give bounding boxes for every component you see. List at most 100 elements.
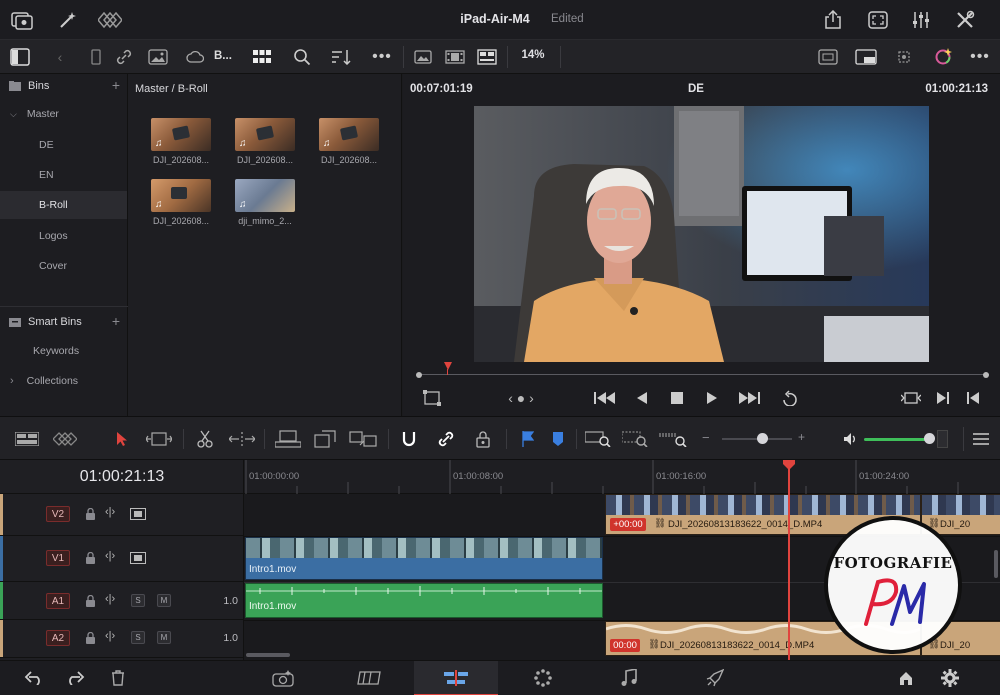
sidebar-item-keywords[interactable]: Keywords	[0, 337, 127, 365]
share-icon[interactable]	[822, 9, 844, 31]
timeline-options-icon[interactable]	[14, 429, 40, 449]
timeline-clip-v1[interactable]: Intro1.mov	[245, 537, 603, 580]
sidebar-item-en[interactable]: EN	[0, 161, 127, 189]
track-video-toggle-icon[interactable]	[129, 506, 147, 522]
menu-icon[interactable]	[971, 429, 991, 449]
track-volume[interactable]: 1.0	[223, 632, 238, 644]
flag-icon[interactable]	[518, 429, 538, 449]
timeline-view-icon[interactable]	[475, 46, 499, 68]
speaker-icon[interactable]	[842, 429, 860, 449]
nav-prev-next-icon[interactable]: ‹ ● ›	[496, 388, 546, 408]
track-id[interactable]: V1	[46, 550, 70, 566]
blade-tool-icon[interactable]	[194, 429, 216, 449]
timeline-zoom-handle[interactable]	[757, 433, 768, 444]
fullscreen-icon[interactable]	[866, 9, 890, 31]
zoom-custom-icon[interactable]	[658, 429, 688, 449]
stop-icon[interactable]	[665, 388, 689, 408]
video-frame[interactable]	[474, 106, 929, 362]
snapping-icon[interactable]	[398, 429, 420, 449]
play-reverse-icon[interactable]	[630, 388, 654, 408]
image-import-icon[interactable]	[146, 46, 170, 68]
zoom-full-icon[interactable]	[584, 429, 612, 449]
lock-icon[interactable]	[82, 550, 98, 566]
cloud-icon[interactable]	[183, 46, 207, 68]
timeline-tracks[interactable]: 01:00:00:00 01:00:08:00 01:00:16:00 01:0…	[244, 460, 1000, 660]
linked-selection-icon[interactable]	[435, 429, 457, 449]
search-icon[interactable]	[290, 46, 314, 68]
sidebar-item-b-roll[interactable]: B-Roll	[0, 191, 127, 219]
scrubber-out-point[interactable]	[983, 372, 989, 378]
grid-view-icon[interactable]	[250, 46, 274, 68]
sidebar-item-de[interactable]: DE	[0, 131, 127, 159]
unlink-icon[interactable]	[112, 46, 136, 68]
skip-to-end-icon[interactable]	[736, 388, 762, 408]
selection-tool-icon[interactable]	[112, 429, 132, 449]
track-id[interactable]: A1	[46, 593, 70, 609]
deliver-page-icon[interactable]	[703, 667, 727, 689]
solo-button[interactable]: S	[131, 631, 145, 644]
track-id[interactable]: V2	[46, 506, 70, 522]
trim-tool-icon[interactable]	[144, 429, 174, 449]
mixer-icon[interactable]	[909, 9, 933, 31]
media-clip[interactable]: ♫ DJI_202608...	[235, 118, 295, 165]
lock-icon[interactable]	[82, 506, 98, 522]
color-page-icon[interactable]	[530, 667, 556, 689]
zoom-in-icon[interactable]: +	[798, 430, 805, 444]
settings-gear-icon[interactable]	[938, 667, 962, 689]
auto-select-icon[interactable]: ‹|›	[105, 593, 115, 605]
add-bin-icon[interactable]: +	[112, 77, 120, 93]
edit-page-tab[interactable]	[414, 661, 498, 695]
fairlight-page-icon[interactable]	[617, 667, 641, 689]
fusion-nodes-icon[interactable]	[97, 9, 123, 31]
sidebar-toggle-icon[interactable]	[8, 46, 32, 68]
skip-to-start-icon[interactable]	[593, 388, 617, 408]
viewer-more-icon[interactable]: •••	[968, 46, 992, 68]
insert-clip-icon[interactable]	[274, 429, 302, 449]
play-icon[interactable]	[700, 388, 724, 408]
bin-button[interactable]: B...	[214, 50, 232, 62]
chevron-right-icon[interactable]: ›	[10, 375, 14, 387]
sidebar-item-logos[interactable]: Logos	[0, 222, 127, 250]
media-clip[interactable]: ♫ DJI_202608...	[151, 179, 211, 226]
chevron-left-icon[interactable]: ‹	[50, 46, 70, 68]
master-volume-slider[interactable]	[864, 438, 930, 441]
media-library-icon[interactable]	[10, 9, 34, 31]
add-smart-bin-icon[interactable]: +	[112, 313, 120, 329]
prev-clip-icon[interactable]	[963, 388, 983, 408]
auto-select-icon[interactable]: ‹|›	[105, 630, 115, 642]
viewer-playhead[interactable]	[444, 362, 452, 370]
home-icon[interactable]	[894, 667, 918, 689]
media-clip[interactable]: ♫ DJI_202608...	[151, 118, 211, 165]
loop-icon[interactable]	[778, 388, 802, 408]
media-clip[interactable]: ♫ DJI_202608...	[319, 118, 379, 165]
master-volume-handle[interactable]	[924, 433, 935, 444]
media-page-icon[interactable]	[270, 667, 296, 689]
position-lock-icon[interactable]	[472, 429, 494, 449]
match-frame-icon[interactable]	[899, 388, 923, 408]
panel-icon[interactable]	[86, 46, 106, 68]
track-header-v1[interactable]: V1 ‹|›	[0, 536, 244, 582]
sidebar-item-collections[interactable]: › Collections	[0, 367, 127, 395]
more-icon[interactable]: •••	[370, 46, 394, 68]
color-effects-icon[interactable]	[931, 46, 955, 68]
zoom-detail-icon[interactable]	[621, 429, 649, 449]
fusion-icon[interactable]	[52, 429, 78, 449]
track-header-a1[interactable]: A1 ‹|› S M 1.0	[0, 582, 244, 620]
auto-select-icon[interactable]: ‹|›	[105, 550, 115, 562]
magic-wand-icon[interactable]	[56, 9, 80, 31]
track-header-a2[interactable]: A2 ‹|› S M 1.0	[0, 620, 244, 658]
timeline-clip-a1[interactable]: Intro1.mov	[245, 583, 603, 618]
media-clip[interactable]: ♫ dji_mimo_2...	[235, 179, 295, 226]
trash-icon[interactable]	[106, 668, 130, 688]
cut-page-icon[interactable]	[355, 667, 383, 689]
sort-icon[interactable]	[329, 46, 353, 68]
solo-button[interactable]: S	[131, 594, 145, 607]
viewer-fit-icon[interactable]	[816, 46, 840, 68]
hq-monitor-icon[interactable]	[853, 46, 879, 68]
auto-select-icon[interactable]: ‹|›	[105, 506, 115, 518]
replace-clip-icon[interactable]	[348, 429, 378, 449]
undo-icon[interactable]	[22, 668, 46, 688]
mute-button[interactable]: M	[157, 594, 171, 607]
zoom-out-icon[interactable]: −	[702, 430, 710, 445]
sidebar-item-master[interactable]: ⌵ Master	[0, 100, 127, 128]
